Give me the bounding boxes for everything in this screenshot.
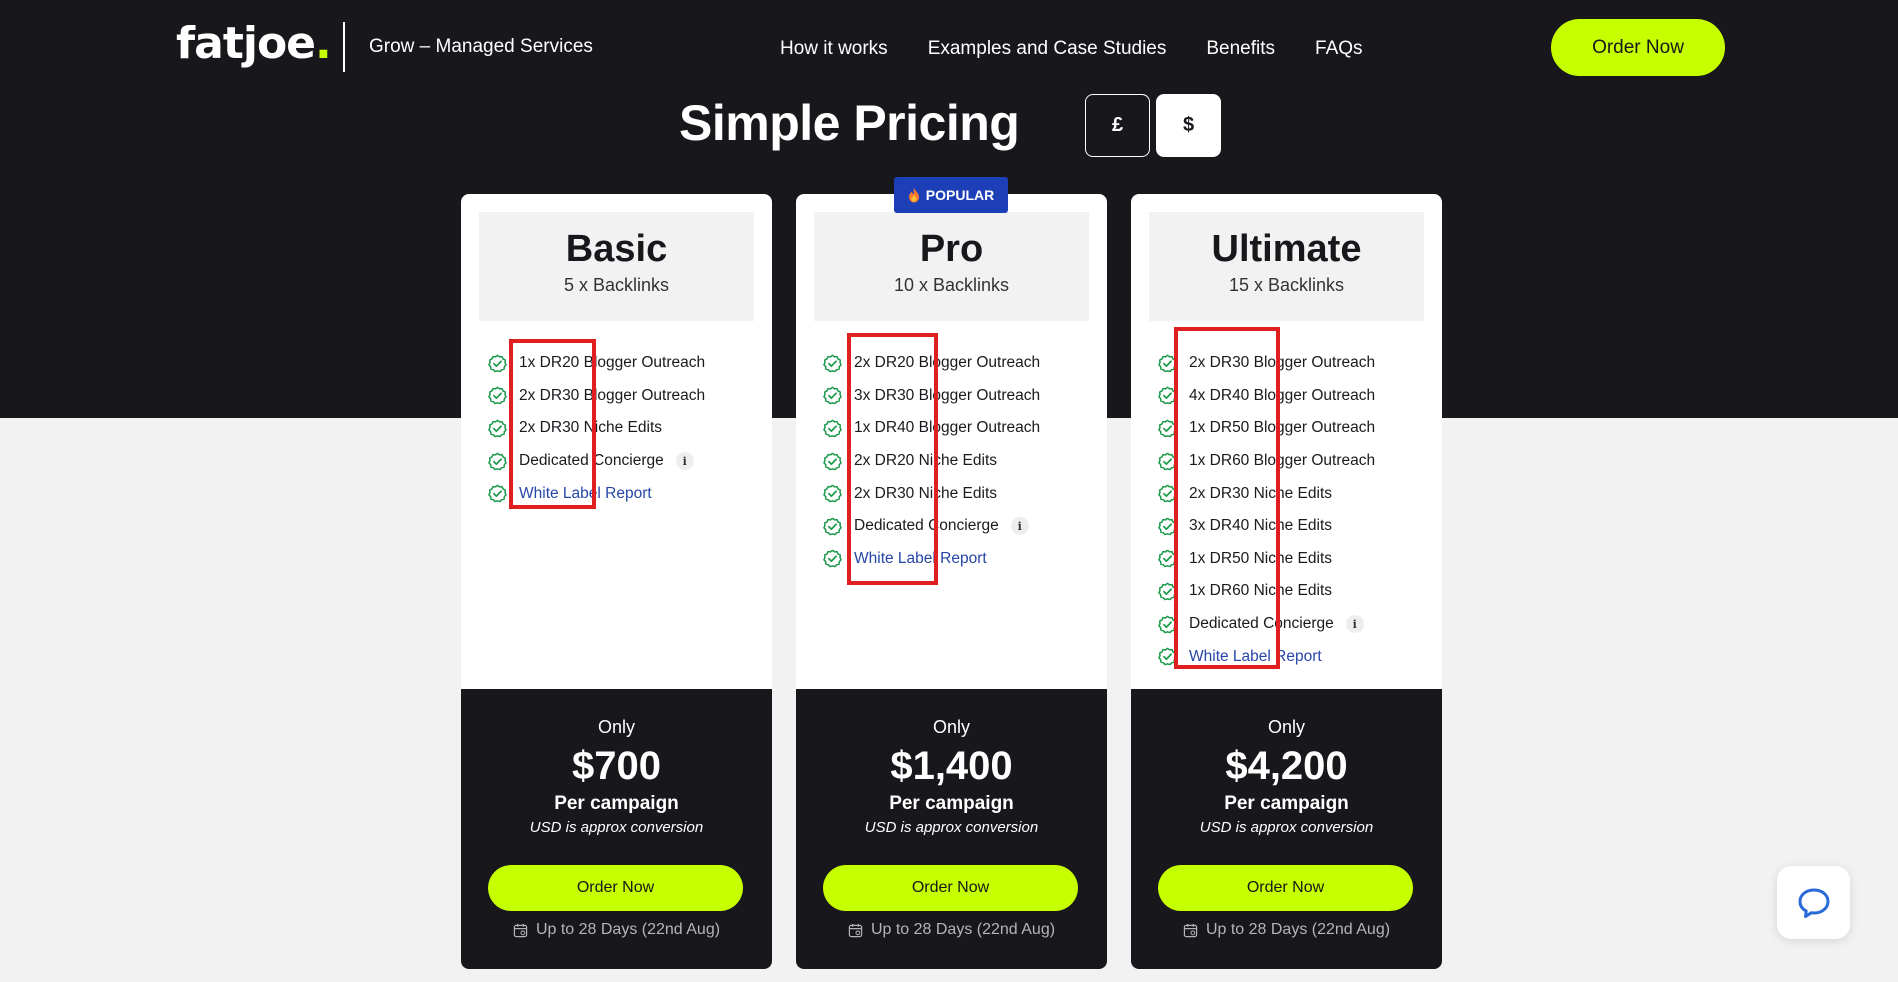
annotation-box-pro [847, 333, 938, 585]
info-icon[interactable]: i [675, 452, 694, 471]
annotation-box-ultimate [1174, 327, 1280, 669]
check-circle-icon [823, 354, 842, 373]
check-circle-icon [823, 517, 842, 536]
plan-price-panel: Only $1,400 Per campaign USD is approx conv… [796, 689, 1107, 969]
price-prefix: Only [597, 717, 635, 737]
delivery-text: Up to 28 Days (22nd Aug) [1205, 921, 1391, 938]
price-prefix: Only [932, 717, 970, 737]
conversion-note: USD is approx conversion [529, 819, 704, 836]
plan-name: Basic [565, 228, 668, 270]
check-circle-icon [488, 484, 507, 503]
delivery-estimate: Up to 28 Days (22nd Aug) [461, 921, 772, 939]
chat-bubble-icon [1798, 888, 1829, 918]
site-header: fatjoe. Grow – Managed Services How it w… [0, 0, 1898, 96]
price-unit: Per campaign [889, 793, 1014, 814]
check-circle-icon [823, 387, 842, 405]
annotation-box-basic [509, 339, 596, 509]
delivery-text: Up to 28 Days (22nd Aug) [870, 921, 1056, 938]
check-circle-icon [488, 452, 507, 470]
fatjoe-logo[interactable]: fatjoe. [176, 18, 332, 69]
price-unit: Per campaign [554, 793, 679, 814]
plan-price-panel: Only $700 Per campaign USD is approx conver… [461, 689, 772, 969]
nav-examples-case-studies[interactable]: Examples and Case Studies [928, 38, 1167, 60]
tagline: Grow – Managed Services [369, 36, 593, 57]
check-circle-icon [823, 550, 842, 568]
plan-name: Ultimate [1211, 228, 1362, 270]
check-circle-icon [488, 354, 507, 373]
plan-price: $4,200 [1225, 744, 1348, 788]
plan-price: $1,400 [890, 744, 1013, 788]
calendar-icon [513, 923, 528, 937]
popular-label: POPULAR [925, 187, 995, 203]
calendar-icon [848, 923, 863, 937]
main-nav: How it works Examples and Case Studies B… [780, 38, 1363, 60]
popular-badge: POPULAR [894, 177, 1008, 213]
ultimate-order-now-button[interactable]: Order Now [1158, 865, 1413, 911]
plan-header: Ultimate 15 x Backlinks [1149, 212, 1424, 321]
plan-header: Basic 5 x Backlinks [479, 212, 754, 321]
currency-gbp-button[interactable]: £ [1085, 94, 1150, 157]
check-circle-icon [823, 452, 842, 470]
pro-order-now-button[interactable]: Order Now [823, 865, 1078, 911]
plan-backlinks: 15 x Backlinks [1228, 275, 1345, 295]
nav-how-it-works[interactable]: How it works [780, 38, 888, 60]
header-order-now-button[interactable]: Order Now [1551, 19, 1725, 76]
page-title: Simple Pricing [679, 95, 1020, 151]
plan-backlinks: 5 x Backlinks [563, 275, 670, 295]
plan-price: $700 [572, 744, 661, 788]
currency-usd-button[interactable]: $ [1156, 94, 1221, 157]
plan-price-panel: Only $4,200 Per campaign USD is approx conv… [1131, 689, 1442, 969]
conversion-note: USD is approx conversion [1199, 819, 1374, 836]
calendar-icon [1183, 923, 1198, 937]
plan-backlinks: 10 x Backlinks [893, 275, 1010, 295]
delivery-estimate: Up to 28 Days (22nd Aug) [1131, 921, 1442, 939]
check-circle-icon [488, 419, 507, 438]
logo-divider [343, 22, 345, 72]
check-circle-icon [823, 419, 842, 438]
nav-faqs[interactable]: FAQs [1315, 38, 1363, 60]
price-unit: Per campaign [1224, 793, 1349, 814]
pricing-card-basic: Basic 5 x Backlinks 1x DR20 Blogger Outrea… [461, 194, 772, 969]
price-prefix: Only [1267, 717, 1305, 737]
chat-button[interactable] [1777, 866, 1850, 939]
delivery-text: Up to 28 Days (22nd Aug) [535, 921, 721, 938]
nav-benefits[interactable]: Benefits [1206, 38, 1275, 60]
flame-icon [908, 187, 919, 202]
basic-order-now-button[interactable]: Order Now [488, 865, 743, 911]
pricing-card-pro: Pro 10 x Backlinks 2x DR20 Blogger Outreac… [796, 194, 1107, 969]
info-icon[interactable]: i [1010, 517, 1029, 536]
info-icon[interactable]: i [1345, 615, 1364, 634]
check-circle-icon [488, 387, 507, 405]
delivery-estimate: Up to 28 Days (22nd Aug) [796, 921, 1107, 939]
plan-header: Pro 10 x Backlinks [814, 212, 1089, 321]
check-circle-icon [823, 484, 842, 503]
plan-name: Pro [919, 228, 984, 270]
conversion-note: USD is approx conversion [864, 819, 1039, 836]
